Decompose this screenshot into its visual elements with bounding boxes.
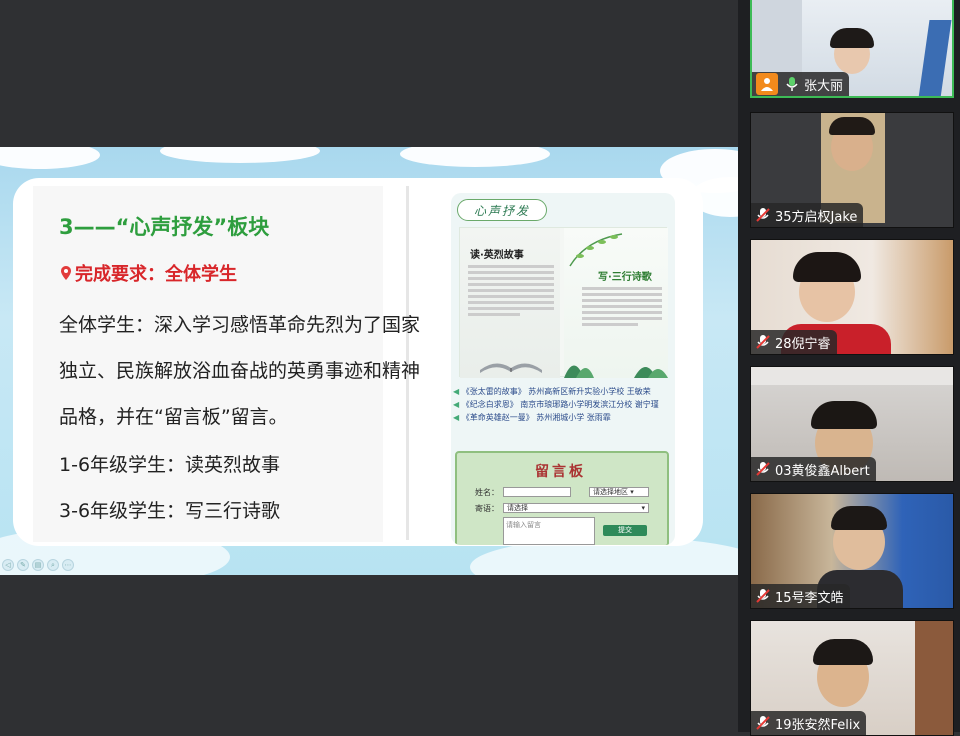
- participant-tile[interactable]: 张大丽: [750, 0, 954, 98]
- body-line-3: 品格，并在“留言板”留言。: [59, 406, 288, 428]
- participant-name: 28倪宁睿: [775, 336, 831, 352]
- submit-button[interactable]: 提交: [603, 525, 647, 536]
- body-line-4: 1-6年级学生：读英烈故事: [59, 454, 281, 476]
- speaker-icon: ◀: [453, 387, 460, 396]
- message-label: 寄语：: [475, 504, 499, 513]
- microphone-muted-icon: [756, 335, 770, 349]
- slide-toolbar: ◁ ✎ ▤ ⌕ ⋯: [2, 559, 74, 571]
- cloud-decoration: [0, 147, 100, 169]
- message-board-title: 留言板: [535, 464, 586, 480]
- name-input[interactable]: [503, 487, 571, 497]
- poster-read-text: [468, 262, 554, 319]
- participant-tile[interactable]: 03黄俊鑫Albert: [750, 366, 954, 482]
- user-avatar-icon: [756, 73, 778, 95]
- presentation-slide: 3——“心声抒发”板块 完成要求：全体学生 全体学生：深入学习感悟革命先烈为了国…: [0, 147, 738, 575]
- microphone-muted-icon: [756, 589, 770, 603]
- book-icon: [480, 363, 542, 373]
- participant-label: 15号李文皓: [751, 584, 850, 608]
- poster-write-text: [582, 284, 662, 329]
- microphone-muted-icon: [756, 208, 770, 222]
- story-links: ◀ 《张太雷的故事》 苏州高新区新升实验小学校 王敏荣 ◀ 《纪念白求恩》 南京…: [453, 385, 673, 424]
- participant-name: 张大丽: [804, 78, 844, 94]
- leaf-icon: [569, 233, 623, 267]
- participant-tile[interactable]: 28倪宁睿: [750, 239, 954, 355]
- poster-header: 心声抒发: [457, 199, 547, 221]
- grass-icon: [564, 365, 668, 378]
- speaker-icon: ◀: [453, 400, 460, 409]
- participant-name: 19张安然Felix: [775, 717, 861, 733]
- name-label: 姓名：: [475, 488, 499, 497]
- shared-screen-area: 3——“心声抒发”板块 完成要求：全体学生 全体学生：深入学习感悟革命先烈为了国…: [0, 0, 738, 732]
- poster-column-read: 读·英烈故事: [460, 228, 560, 378]
- requirement-line: 完成要求：全体学生: [61, 260, 237, 286]
- pen-icon[interactable]: ✎: [17, 559, 29, 571]
- participant-name: 35方启权Jake: [775, 209, 858, 225]
- body-line-5: 3-6年级学生：写三行诗歌: [59, 500, 281, 522]
- participant-label: 28倪宁睿: [751, 330, 837, 354]
- participant-name: 03黄俊鑫Albert: [775, 463, 870, 479]
- slide-card: 3——“心声抒发”板块 完成要求：全体学生 全体学生：深入学习感悟革命先烈为了国…: [13, 178, 703, 546]
- body-line-1: 全体学生：深入学习感悟革命先烈为了国家: [59, 314, 421, 336]
- prev-icon[interactable]: ◁: [2, 559, 14, 571]
- poster-illustration: 读·英烈故事 写·三行诗歌: [459, 227, 668, 378]
- region-select[interactable]: 请选择地区 ▾: [589, 487, 649, 497]
- microphone-muted-icon: [756, 716, 770, 730]
- microphone-icon: [786, 77, 798, 91]
- participant-label: 19张安然Felix: [751, 711, 867, 735]
- more-icon[interactable]: ⋯: [62, 559, 74, 571]
- speaker-icon: ◀: [453, 413, 460, 422]
- participant-label: 35方启权Jake: [751, 203, 864, 227]
- body-line-2: 独立、民族解放浴血奋战的英勇事迹和精神: [59, 360, 421, 382]
- poster-column-write: 写·三行诗歌: [564, 228, 668, 378]
- location-pin-icon: [61, 266, 71, 280]
- poster-image: 心声抒发 读·英烈故事 写·三行诗歌 ◀ 《张太雷的故事》 苏州高新区新升实验小…: [451, 193, 675, 545]
- requirement-text: 完成要求：全体学生: [75, 264, 237, 285]
- message-select[interactable]: 请选择 ▾: [503, 503, 649, 513]
- poster-read-title: 读·英烈故事: [470, 250, 524, 261]
- message-textarea[interactable]: 请输入留言: [503, 517, 595, 545]
- message-board: 留言板 姓名： 请选择地区 ▾ 寄语： 请选择 ▾ 请输入留言 提交: [455, 451, 669, 545]
- cloud-decoration: [160, 147, 320, 163]
- slide-title: 3——“心声抒发”板块: [59, 215, 270, 239]
- zoom-icon[interactable]: ⌕: [47, 559, 59, 571]
- microphone-muted-icon: [756, 462, 770, 476]
- poster-write-title: 写·三行诗歌: [598, 272, 652, 283]
- participant-label: 张大丽: [752, 72, 850, 96]
- participant-tile[interactable]: 19张安然Felix: [750, 620, 954, 736]
- participant-tile[interactable]: 15号李文皓: [750, 493, 954, 609]
- story-link[interactable]: ◀ 《纪念白求恩》 南京市琅琊路小学明发滨江分校 谢宁瑾: [453, 398, 673, 411]
- print-icon[interactable]: ▤: [32, 559, 44, 571]
- participant-tile[interactable]: 35方启权Jake: [750, 112, 954, 228]
- participant-name: 15号李文皓: [775, 590, 844, 606]
- cloud-decoration: [400, 147, 550, 167]
- story-link[interactable]: ◀ 《革命英雄赵一曼》 苏州湘城小学 张雨霏: [453, 411, 673, 424]
- participant-gallery: 张大丽 35方启权Jake 28倪宁睿 03黄俊鑫Albert 15号李文皓 1…: [738, 0, 960, 736]
- participant-label: 03黄俊鑫Albert: [751, 457, 876, 481]
- story-link[interactable]: ◀ 《张太雷的故事》 苏州高新区新升实验小学校 王敏荣: [453, 385, 673, 398]
